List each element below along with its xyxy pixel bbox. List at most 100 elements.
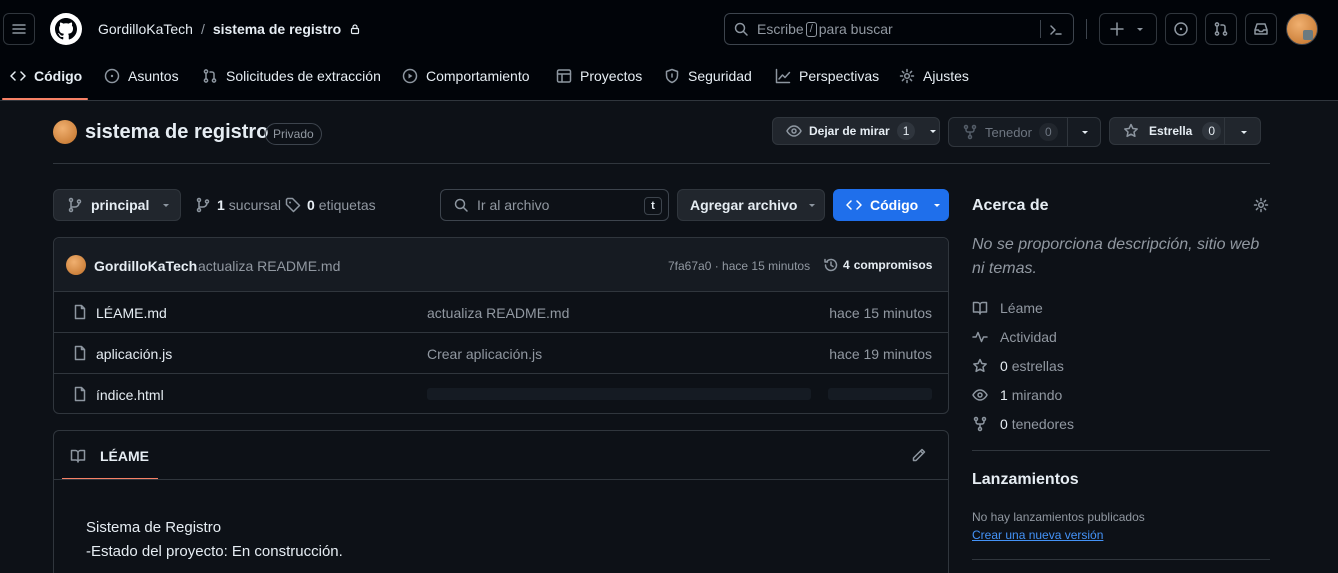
breadcrumb: GordilloKaTech / sistema de registro	[98, 21, 361, 37]
add-file-button[interactable]: Agregar archivo	[677, 189, 825, 221]
search-icon	[734, 22, 748, 36]
repo-title[interactable]: sistema de registro	[85, 121, 268, 144]
file-icon	[74, 304, 86, 320]
branches-label: sucursal	[228, 197, 281, 213]
tags-count: 0	[307, 197, 315, 213]
repo-link[interactable]: sistema de registro	[213, 21, 341, 37]
sidebar-item-forks[interactable]: 0 tenedores	[972, 416, 1074, 432]
tab-code[interactable]: Código	[10, 60, 82, 92]
tab-code-label: Código	[34, 68, 83, 84]
search-suffix: para buscar	[818, 21, 893, 37]
file-commit-message[interactable]: Crear aplicación.js	[427, 346, 542, 362]
go-to-file-placeholder: Ir al archivo	[477, 197, 550, 213]
sidebar-divider	[972, 559, 1270, 560]
create-new-button[interactable]	[1099, 13, 1157, 45]
user-avatar[interactable]	[1286, 13, 1318, 45]
owner-link[interactable]: GordilloKaTech	[98, 21, 193, 37]
unwatch-label: Dejar de mirar	[809, 124, 890, 138]
go-to-file-input[interactable]: Ir al archivo t	[440, 189, 669, 221]
sidebar-item-stars[interactable]: 0 estrellas	[972, 358, 1064, 374]
releases-heading[interactable]: Lanzamientos	[972, 471, 1079, 489]
inbox-button[interactable]	[1245, 13, 1277, 45]
tab-insights[interactable]: Perspectivas	[775, 60, 879, 92]
sidebar-item-watching[interactable]: 1 mirando	[972, 387, 1062, 403]
command-palette-icon[interactable]	[1048, 22, 1064, 38]
plus-icon	[1110, 22, 1124, 36]
commit-author[interactable]: GordilloKaTech	[94, 258, 197, 274]
sidebar-item-readme[interactable]: Léame	[972, 300, 1043, 316]
gear-icon	[899, 68, 915, 84]
issues-button[interactable]	[1165, 13, 1197, 45]
branches-count: 1	[217, 197, 225, 213]
search-shortcut-key: /	[805, 21, 817, 37]
readme-content: Sistema de Registro -Estado del proyecto…	[86, 516, 343, 564]
gear-icon[interactable]	[1253, 197, 1269, 213]
branch-selector-button[interactable]: principal	[53, 189, 181, 221]
tab-security[interactable]: Seguridad	[664, 60, 752, 92]
caret-down-icon	[1082, 131, 1088, 134]
table-row[interactable]: LÉAME.md actualiza README.md hace 15 min…	[54, 291, 948, 332]
loading-placeholder	[427, 388, 811, 400]
watching-label: mirando	[1011, 387, 1063, 403]
book-icon	[972, 301, 988, 315]
hamburger-menu-button[interactable]	[3, 13, 35, 45]
shield-icon	[665, 68, 679, 84]
search-prefix: Escribe	[757, 21, 804, 37]
caret-down-icon	[163, 204, 170, 207]
graph-icon	[775, 68, 791, 84]
tab-security-label: Seguridad	[688, 68, 752, 84]
github-logo-icon[interactable]	[50, 13, 82, 45]
loading-placeholder	[828, 388, 932, 400]
file-name[interactable]: aplicación.js	[96, 346, 172, 362]
sidebar-activity-label: Actividad	[1000, 329, 1057, 345]
code-icon	[10, 71, 26, 81]
pull-requests-button[interactable]	[1205, 13, 1237, 45]
branches-link[interactable]: 1 sucursal	[195, 197, 281, 213]
readme-tab[interactable]: LÉAME	[70, 448, 149, 464]
table-row[interactable]: índice.html	[54, 373, 948, 414]
search-divider	[1040, 20, 1041, 38]
book-icon	[70, 449, 86, 463]
commit-author-avatar[interactable]	[66, 255, 86, 275]
star-count: 0	[1202, 122, 1222, 140]
global-search-input[interactable]: Escribe / para buscar	[724, 13, 1074, 45]
tab-pull-requests[interactable]: Solicitudes de extracción	[202, 60, 381, 92]
menu-icon	[12, 24, 26, 34]
add-file-label: Agregar archivo	[690, 197, 798, 213]
file-commit-message[interactable]: actualiza README.md	[427, 305, 569, 321]
tab-settings[interactable]: Ajustes	[899, 60, 969, 92]
tab-actions-label: Comportamiento	[426, 68, 530, 84]
code-dropdown-button[interactable]: Código	[833, 189, 949, 221]
caret-down-icon	[809, 204, 816, 207]
sidebar-item-activity[interactable]: Actividad	[972, 329, 1057, 345]
repo-forked-icon	[963, 124, 977, 140]
no-releases-text: No hay lanzamientos publicados	[972, 510, 1145, 524]
tab-insights-label: Perspectivas	[799, 68, 880, 84]
unwatch-button[interactable]: Dejar de mirar 1	[772, 117, 940, 145]
tab-pull-requests-label: Solicitudes de extracción	[226, 68, 381, 84]
tags-link[interactable]: 0 etiquetas	[285, 197, 376, 213]
star-button[interactable]: Estrella 0	[1109, 117, 1261, 145]
tags-label: etiquetas	[318, 197, 376, 213]
commit-hash-time[interactable]: 7fa67a0 · hace 15 minutos	[668, 259, 810, 273]
fork-button[interactable]: Tenedor 0	[948, 117, 1101, 147]
active-tab-indicator	[2, 98, 88, 100]
table-row[interactable]: aplicación.js Crear aplicación.js hace 1…	[54, 332, 948, 373]
pencil-icon[interactable]	[911, 447, 927, 463]
tab-issues[interactable]: Asuntos	[104, 60, 179, 92]
create-release-link[interactable]: Crear una nueva versión	[972, 528, 1103, 542]
tab-projects[interactable]: Proyectos	[556, 60, 642, 92]
code-button-label: Código	[870, 197, 919, 213]
commits-link[interactable]: 4 compromisos	[823, 257, 932, 273]
go-to-file-shortcut: t	[644, 197, 662, 215]
commit-message[interactable]: actualiza README.md	[198, 258, 340, 274]
tab-actions[interactable]: Comportamiento	[402, 60, 530, 92]
file-name[interactable]: índice.html	[96, 387, 164, 403]
file-name[interactable]: LÉAME.md	[96, 305, 167, 321]
sidebar-divider	[972, 450, 1270, 451]
readme-line: -Estado del proyecto: En construcción.	[86, 543, 343, 560]
tab-projects-label: Proyectos	[580, 68, 643, 84]
fork-count: 0	[1038, 123, 1058, 141]
repo-owner-avatar[interactable]	[53, 120, 77, 144]
commits-count: 4	[843, 258, 850, 272]
